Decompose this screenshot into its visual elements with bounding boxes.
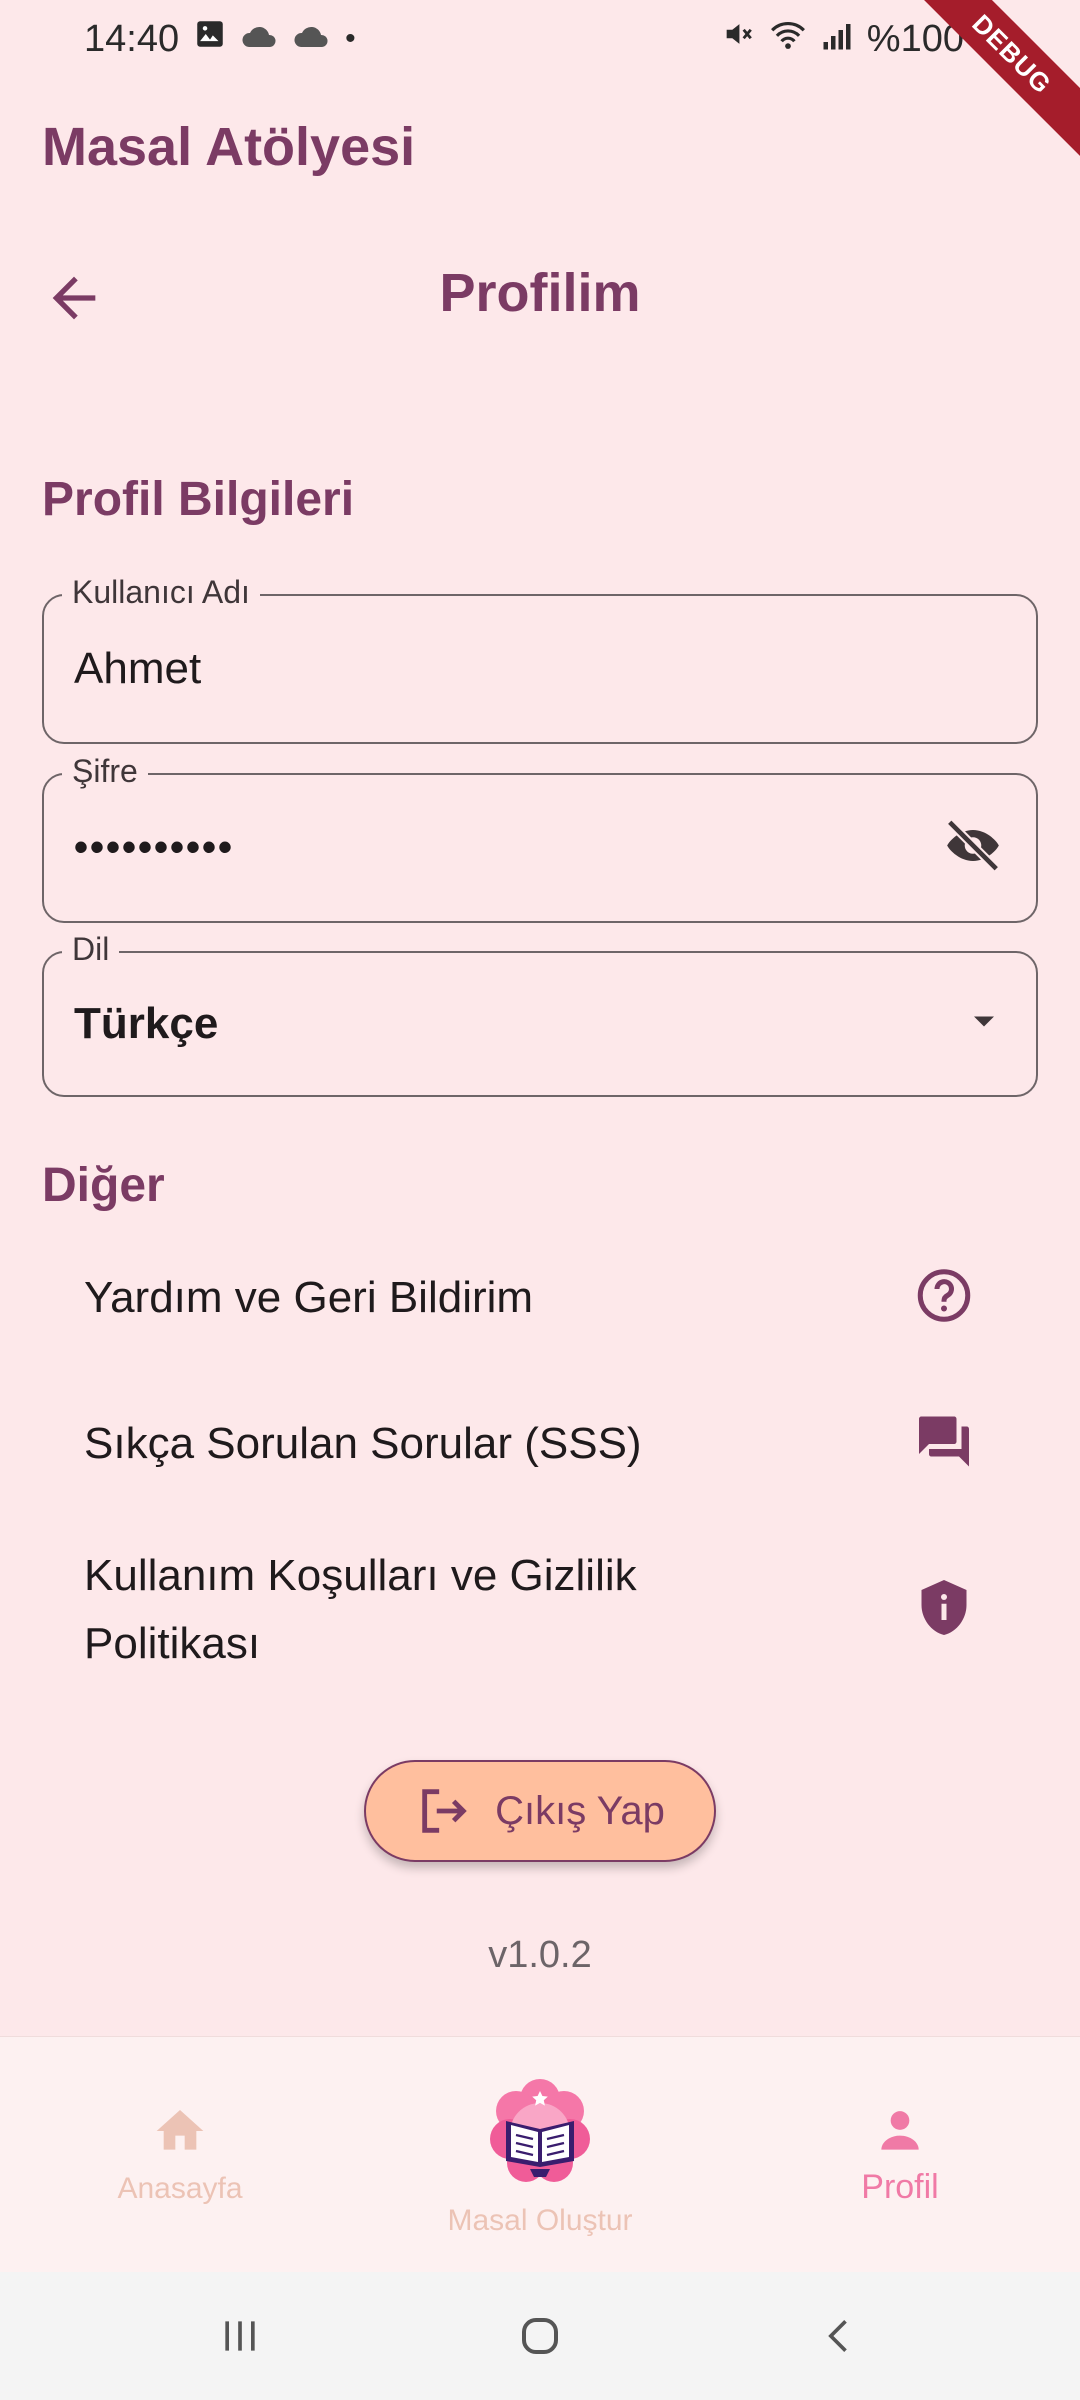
profile-section-title: Profil Bilgileri xyxy=(42,473,355,526)
nav-item-home[interactable]: Anasayfa xyxy=(80,2103,280,2206)
username-label: Kullanıcı Adı xyxy=(62,574,260,611)
back-chevron-icon xyxy=(828,2320,847,2352)
cloud-icon xyxy=(241,18,279,61)
person-icon xyxy=(881,2111,919,2150)
username-value: Ahmet xyxy=(74,644,202,693)
password-label: Şifre xyxy=(62,753,148,790)
status-dot: • xyxy=(345,22,356,55)
language-dropdown[interactable]: Dil Türkçe xyxy=(42,931,1038,1097)
language-label: Dil xyxy=(62,931,120,968)
help-feedback-label: Yardım ve Geri Bildirim xyxy=(84,1273,534,1322)
app-version: v1.0.2 xyxy=(488,1934,592,1976)
status-bar: 14:40 • %100 xyxy=(0,0,1080,78)
terms-privacy-item[interactable]: Kullanım Koşulları ve Gizlilik Politikas… xyxy=(42,1540,1038,1680)
password-field[interactable]: Şifre •••••••••• xyxy=(42,753,1038,923)
home-icon xyxy=(156,2110,204,2150)
profile-screen: 14:40 • %100 DEBUG Masal Atölyesi Profil… xyxy=(0,0,1080,2400)
bottom-navigation: Anasayfa Masal Oluştur Profil xyxy=(0,2036,1080,2272)
username-field[interactable]: Kullanıcı Adı Ahmet xyxy=(42,574,1038,744)
back-system-button[interactable] xyxy=(780,2272,900,2400)
nav-label-home: Anasayfa xyxy=(117,2172,243,2205)
nav-item-create-story[interactable]: Masal Oluştur xyxy=(400,2077,680,2238)
dropdown-arrow-icon xyxy=(964,1002,1004,1047)
password-visibility-toggle[interactable] xyxy=(942,815,1004,882)
forum-icon xyxy=(914,1412,974,1477)
wifi-icon xyxy=(769,18,807,61)
password-value: •••••••••• xyxy=(74,825,235,870)
home-button[interactable] xyxy=(480,2272,600,2400)
shield-info-icon xyxy=(914,1578,974,1643)
cloud-icon xyxy=(293,18,331,61)
logout-button[interactable]: Çıkış Yap xyxy=(364,1760,716,1862)
faq-label: Sıkça Sorulan Sorular (SSS) xyxy=(84,1419,642,1468)
logout-label: Çıkış Yap xyxy=(495,1788,665,1833)
status-time: 14:40 xyxy=(84,17,180,60)
help-feedback-item[interactable]: Yardım ve Geri Bildirim xyxy=(42,1258,1038,1338)
system-navigation-bar xyxy=(0,2272,1080,2400)
nav-item-profile[interactable]: Profil xyxy=(800,2103,1000,2207)
page-title: Profilim xyxy=(439,263,641,323)
story-book-logo xyxy=(490,2079,590,2182)
image-icon xyxy=(193,17,227,61)
recent-apps-icon xyxy=(225,2321,255,2351)
recent-apps-button[interactable] xyxy=(180,2272,300,2400)
eye-off-icon xyxy=(946,819,1000,872)
help-circle-icon xyxy=(914,1266,974,1331)
terms-privacy-label: Kullanım Koşulları ve Gizlilik Politikas… xyxy=(42,1542,862,1678)
other-section-title: Diğer xyxy=(42,1159,165,1212)
terms-privacy-label-line1: Kullanım Koşulları ve Gizlilik xyxy=(84,1551,637,1600)
logout-icon xyxy=(422,1789,467,1833)
app-title: Masal Atölyesi xyxy=(42,117,416,177)
terms-privacy-label-line2: Politikası xyxy=(84,1619,261,1668)
home-circle-icon xyxy=(522,2318,558,2354)
nav-label-profile: Profil xyxy=(861,2168,939,2206)
nav-label-create-story: Masal Oluştur xyxy=(447,2204,633,2237)
language-value: Türkçe xyxy=(74,999,219,1048)
mute-icon xyxy=(721,17,755,61)
faq-item[interactable]: Sıkça Sorulan Sorular (SSS) xyxy=(42,1404,1038,1484)
signal-icon xyxy=(821,18,853,61)
